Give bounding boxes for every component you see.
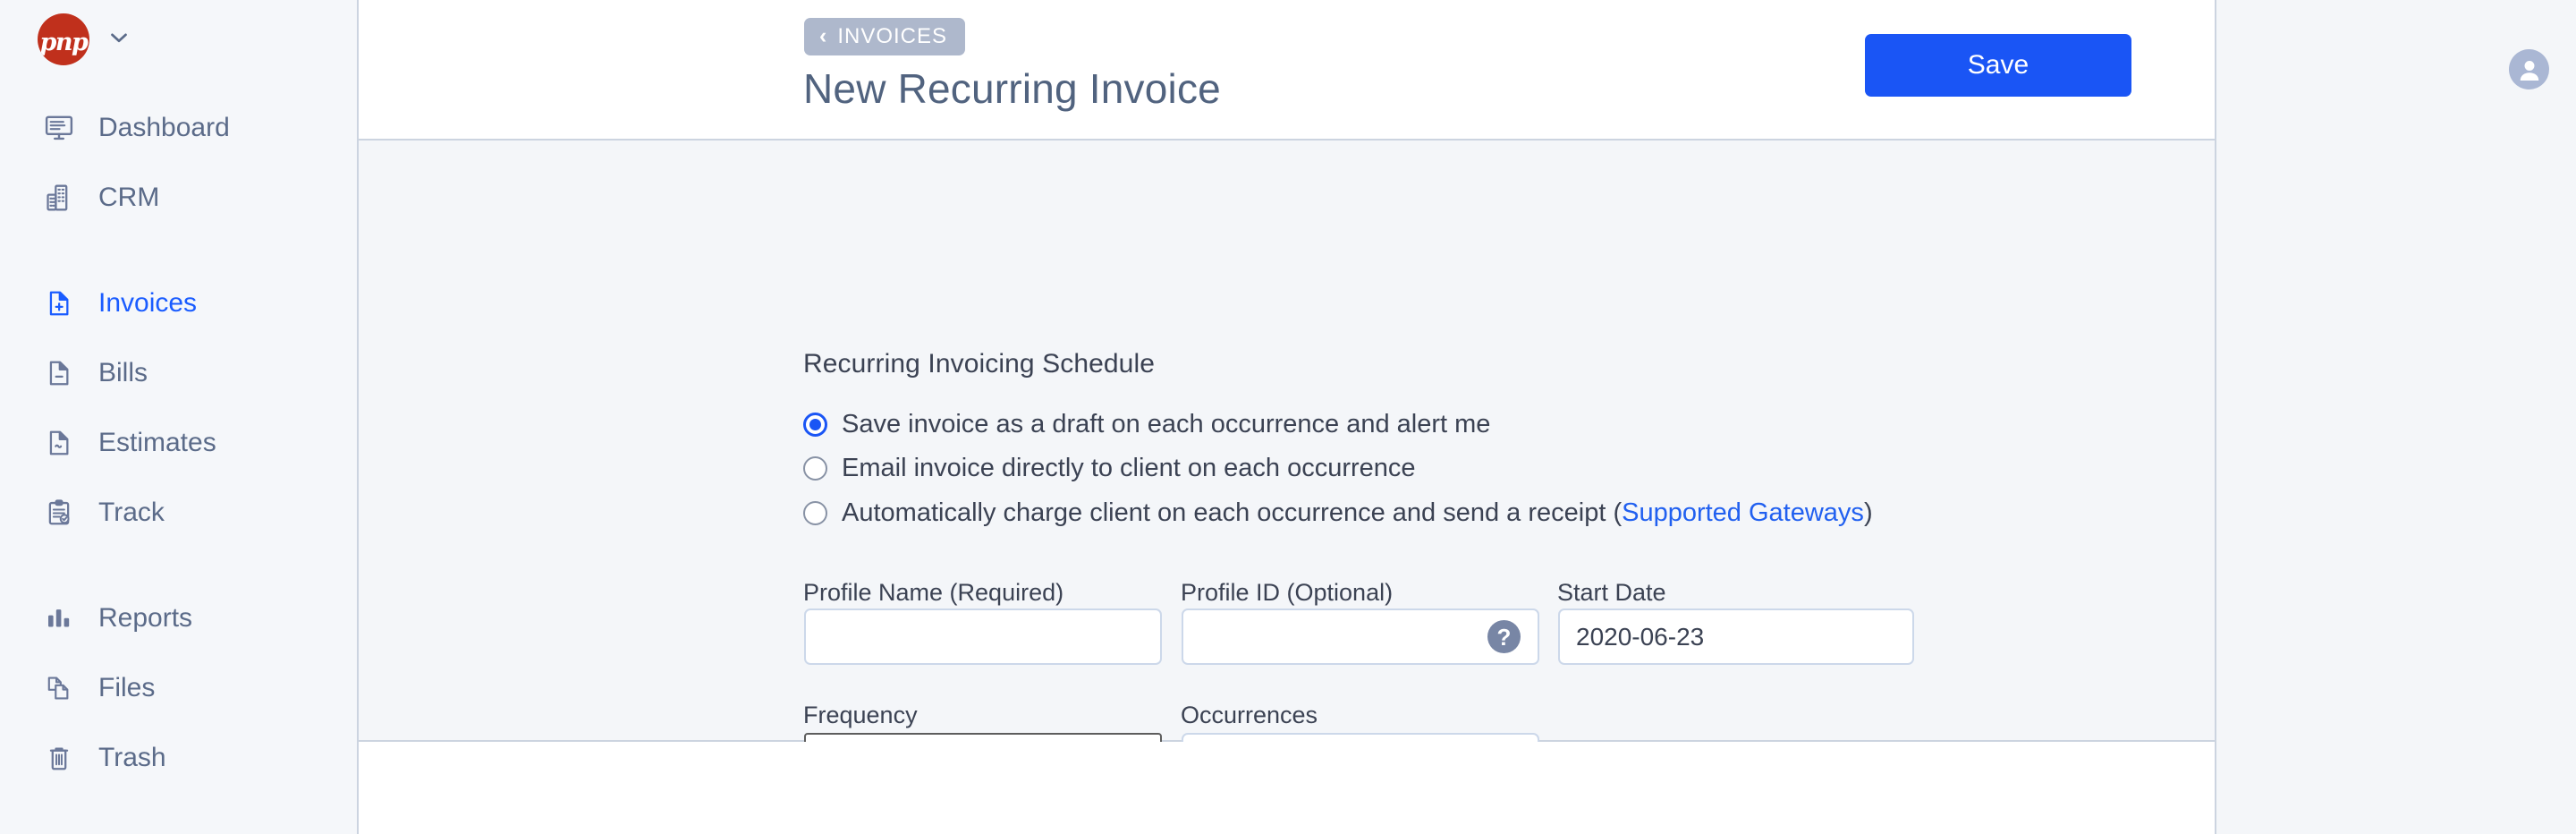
- breadcrumb-label: INVOICES: [837, 24, 948, 48]
- save-button[interactable]: Save: [1865, 34, 2131, 97]
- sidebar-item-label: Estimates: [98, 428, 216, 457]
- document-minus-icon: [43, 357, 75, 389]
- sidebar-item-invoices[interactable]: Invoices: [0, 268, 357, 338]
- radio-option-auto-charge[interactable]: Automatically charge client on each occu…: [803, 498, 1873, 528]
- recurring-schedule-card: Recurring Invoicing Schedule Save invoic…: [359, 140, 2216, 789]
- sidebar-divider-2: [0, 548, 357, 583]
- user-avatar-icon[interactable]: [2509, 49, 2549, 89]
- sidebar-group-3: Reports Files Trash: [0, 583, 357, 793]
- start-date-input[interactable]: [1558, 608, 1914, 665]
- bar-chart-icon: [43, 602, 75, 634]
- profile-id-input[interactable]: [1182, 608, 1539, 665]
- sidebar-group-2: Invoices Bills Estimates Track: [0, 268, 357, 548]
- radio-option-text: Automatically charge client on each occu…: [842, 498, 1873, 528]
- radio-option-suffix: ): [1863, 498, 1873, 527]
- sidebar-item-dashboard[interactable]: Dashboard: [0, 93, 357, 163]
- radio-option-email-client[interactable]: Email invoice directly to client on each…: [803, 454, 1416, 483]
- sidebar-item-track[interactable]: Track: [0, 478, 357, 548]
- clipboard-check-icon: [43, 497, 75, 529]
- frequency-label: Frequency: [803, 702, 918, 728]
- occurrences-label: Occurrences: [1181, 702, 1318, 728]
- chevron-down-icon[interactable]: [106, 24, 132, 51]
- chevron-left-icon: ‹: [819, 22, 828, 48]
- sidebar: pnp Dashboard CRM Invoices Bills Estimat…: [0, 0, 359, 834]
- files-icon: [43, 672, 75, 704]
- radio-option-label: Save invoice as a draft on each occurren…: [842, 410, 1491, 438]
- sidebar-nav: Dashboard CRM Invoices Bills Estimates T…: [0, 93, 357, 793]
- content-panel: ‹ INVOICES New Recurring Invoice Save Re…: [359, 0, 2216, 834]
- profile-name-input[interactable]: [804, 608, 1162, 665]
- sidebar-item-files[interactable]: Files: [0, 653, 357, 723]
- supported-gateways-link[interactable]: Supported Gateways: [1622, 498, 1864, 527]
- logo-text: pnp: [39, 28, 89, 56]
- profile-name-label: Profile Name (Required): [803, 579, 1064, 606]
- profile-id-label: Profile ID (Optional): [1181, 579, 1394, 606]
- sidebar-item-label: Bills: [98, 358, 148, 387]
- pnp-logo-icon: pnp: [38, 13, 89, 65]
- breadcrumb-invoices[interactable]: ‹ INVOICES: [804, 18, 966, 55]
- brand-switcher[interactable]: pnp: [0, 0, 357, 79]
- sidebar-item-label: CRM: [98, 183, 160, 212]
- monitor-icon: [43, 112, 75, 144]
- sidebar-item-label: Files: [98, 673, 156, 702]
- radio-indicator[interactable]: [803, 413, 827, 437]
- radio-indicator[interactable]: [803, 501, 827, 525]
- sidebar-item-crm[interactable]: CRM: [0, 163, 357, 233]
- sidebar-item-label: Track: [98, 498, 165, 527]
- content-footer-strip: [359, 742, 2216, 834]
- sidebar-item-reports[interactable]: Reports: [0, 583, 357, 653]
- start-date-label: Start Date: [1557, 579, 1666, 606]
- main-area: ‹ INVOICES New Recurring Invoice Save Re…: [359, 0, 2576, 834]
- page-header: ‹ INVOICES New Recurring Invoice Save: [359, 0, 2216, 140]
- page-title: New Recurring Invoice: [803, 65, 1221, 112]
- document-tilde-icon: [43, 427, 75, 459]
- radio-option-label: Email invoice directly to client on each…: [842, 454, 1416, 482]
- radio-option-save-draft[interactable]: Save invoice as a draft on each occurren…: [803, 410, 1490, 439]
- buildings-icon: [43, 182, 75, 214]
- section-title: Recurring Invoicing Schedule: [803, 349, 1156, 379]
- help-circle-icon[interactable]: ?: [1487, 620, 1521, 653]
- app-root: pnp Dashboard CRM Invoices Bills Estimat…: [0, 0, 2576, 834]
- panel-right-border: [2215, 0, 2216, 834]
- sidebar-item-estimates[interactable]: Estimates: [0, 408, 357, 478]
- sidebar-item-label: Reports: [98, 603, 193, 633]
- sidebar-divider-1: [0, 233, 357, 268]
- sidebar-item-label: Trash: [98, 743, 166, 772]
- sidebar-item-label: Dashboard: [98, 113, 230, 142]
- radio-option-prefix: Automatically charge client on each occu…: [842, 498, 1623, 527]
- trash-icon: [43, 742, 75, 774]
- radio-indicator[interactable]: [803, 456, 827, 481]
- sidebar-item-bills[interactable]: Bills: [0, 338, 357, 408]
- sidebar-item-label: Invoices: [98, 288, 198, 318]
- document-plus-icon: [43, 287, 75, 319]
- sidebar-group-1: Dashboard CRM: [0, 93, 357, 233]
- sidebar-item-trash[interactable]: Trash: [0, 723, 357, 793]
